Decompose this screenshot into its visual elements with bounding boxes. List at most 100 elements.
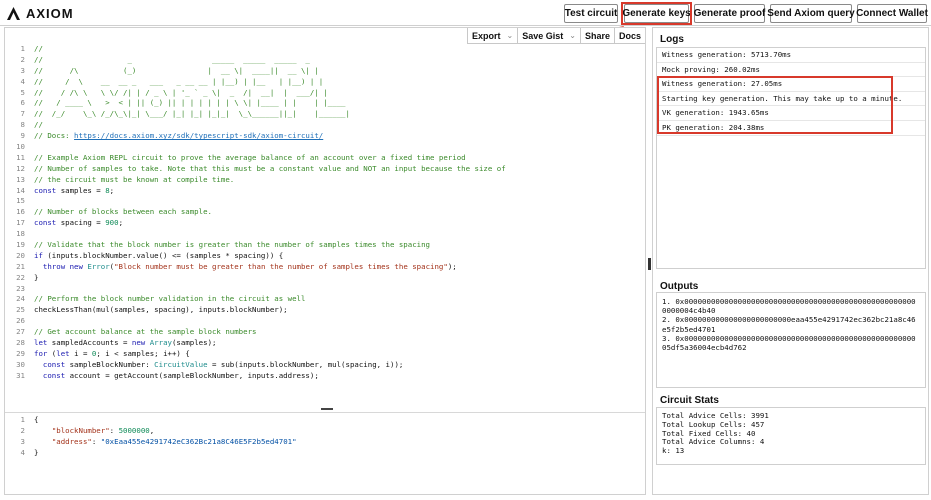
code-line[interactable]: 27 // Get account balance at the sample b… xyxy=(5,327,645,338)
code-token: "blockNumber" xyxy=(51,425,110,435)
code-line[interactable]: 15 xyxy=(5,196,645,207)
code-token: if xyxy=(34,250,43,260)
line-number: 29 xyxy=(16,348,25,358)
line-number: 19 xyxy=(16,240,25,250)
code-line[interactable]: 29 for (let i = 0; i < samples; i++) { xyxy=(5,348,645,360)
code-line[interactable]: 2 "blockNumber": 5000000, xyxy=(5,425,645,437)
line-number: 11 xyxy=(16,152,25,162)
code-line[interactable]: 3 "address": "0xEaa455e4291742eC362Bc21a… xyxy=(5,436,645,448)
code-line[interactable]: 3 // /\ (_) | __ \| ____|| __ \| | xyxy=(5,66,645,77)
code-editor[interactable]: Export ⌄ Save Gist ⌄ Share Docs 1 // 2 // _ _… xyxy=(4,27,646,495)
code-line[interactable]: 28 let sampledAccounts = new Array(sample… xyxy=(5,338,645,349)
code-token: sampledAccounts = xyxy=(47,338,132,348)
line-number: 10 xyxy=(16,142,25,152)
code-line[interactable]: 21 throw new Error("Block number must be… xyxy=(5,261,645,273)
connect-wallet-button[interactable]: Connect Wallet xyxy=(856,4,928,23)
code-line[interactable]: 7 // /_/ \_\ /_/\_\|_| \___/ |_| |_| |_|_… xyxy=(5,109,645,120)
generate-keys-highlight xyxy=(621,2,692,25)
line-number: 25 xyxy=(16,305,25,315)
line-number: 23 xyxy=(16,283,25,293)
line-number: 22 xyxy=(16,272,25,282)
stat-row: Total Advice Columns: 4 xyxy=(662,437,765,447)
output-item: 1. 0x00000000000000000000000000000000000… xyxy=(662,297,916,316)
circuit-code[interactable]: 1 // 2 // _ _____ _____ _____ _ 3 // /\ (_) |… xyxy=(5,44,645,382)
code-line[interactable]: 4} xyxy=(5,447,645,459)
export-menu[interactable]: Export ⌄ xyxy=(467,28,518,44)
docs-button[interactable]: Docs xyxy=(613,28,645,44)
save-gist-label: Save Gist xyxy=(522,30,564,41)
code-token: https://docs.axiom.xyz/sdk/typescript-sd… xyxy=(74,131,324,141)
line-number: 4 xyxy=(20,447,25,457)
output-item: 3. 0x00000000000000000000000000000000000… xyxy=(662,333,916,353)
code-line[interactable]: 1 // xyxy=(5,44,645,55)
panel-resize-handle[interactable] xyxy=(648,258,651,270)
code-token: // Validate that the block number is gre… xyxy=(34,240,431,250)
line-number: 5 xyxy=(20,87,25,97)
save-gist-menu[interactable]: Save Gist ⌄ xyxy=(517,28,580,44)
axiom-logo: AXIOM xyxy=(6,5,74,21)
circuit-stats-panel: Total Advice Cells: 3991 Total Lookup Ce… xyxy=(656,407,926,465)
code-token: ; xyxy=(109,185,115,195)
code-line[interactable]: 6 // / ____ \ > < | || (_) || | | | | | |… xyxy=(5,98,645,109)
code-token: spacing = xyxy=(56,218,106,228)
code-line[interactable]: 8 // xyxy=(5,120,645,131)
share-button[interactable]: Share xyxy=(579,28,614,44)
line-number: 7 xyxy=(20,109,25,119)
code-line[interactable]: 22} xyxy=(5,272,645,284)
code-line[interactable]: 24 // Perform the block number validation… xyxy=(5,294,645,305)
code-token: // / /\ \ \ \/ /| | / _ \ | '_ ` _ \| _ … xyxy=(34,87,328,97)
logs-title: Logs xyxy=(660,34,684,45)
code-token: "address" xyxy=(51,436,92,446)
line-number: 26 xyxy=(16,316,25,326)
code-token: i = xyxy=(69,348,92,358)
line-number: 31 xyxy=(16,370,25,380)
code-token: let xyxy=(34,338,48,348)
line-number: 28 xyxy=(16,338,25,348)
code-token: ( xyxy=(47,348,57,358)
code-line[interactable]: 2 // _ _____ _____ _____ _ xyxy=(5,55,645,66)
code-line[interactable]: 1{ xyxy=(5,415,645,426)
code-line[interactable]: 16 // Number of blocks between each sampl… xyxy=(5,207,645,218)
line-number: 17 xyxy=(16,218,25,228)
code-line[interactable]: 19 // Validate that the block number is g… xyxy=(5,240,645,251)
circuit-stats-title: Circuit Stats xyxy=(660,395,719,406)
code-line[interactable]: 4 // / \ __ __ _ ___ _ __ __ | |__) | |__… xyxy=(5,77,645,88)
code-line[interactable]: 17 const spacing = 900; xyxy=(5,218,645,229)
line-number: 21 xyxy=(16,261,25,271)
code-token: throw new xyxy=(42,261,83,271)
code-line[interactable]: 9 // Docs: https://docs.axiom.xyz/sdk/typ… xyxy=(5,131,645,142)
code-line[interactable]: 10 xyxy=(5,142,645,153)
code-token: (samples); xyxy=(171,338,217,348)
code-token: // xyxy=(34,44,43,53)
code-line[interactable]: 20 if (inputs.blockNumber.value() <= (sam… xyxy=(5,250,645,262)
code-line[interactable]: 18 xyxy=(5,229,645,240)
line-number: 18 xyxy=(16,229,25,239)
code-line[interactable]: 5 // / /\ \ \ \/ /| | / _ \ | '_ ` _ \| _… xyxy=(5,87,645,99)
line-number: 20 xyxy=(16,250,25,260)
code-line[interactable]: 13 // the circuit must be known at compil… xyxy=(5,174,645,186)
line-number: 6 xyxy=(20,98,25,108)
send-axiom-query-button[interactable]: Send Axiom query xyxy=(767,4,855,23)
code-line[interactable]: 12 // Number of samples to take. Note tha… xyxy=(5,164,645,175)
code-line[interactable]: 30 const sampleBlockNumber: CircuitValue… xyxy=(5,359,645,371)
code-line[interactable]: 23 xyxy=(5,283,645,295)
code-line[interactable]: 25 checkLessThan(mul(samples, spacing), i… xyxy=(5,305,645,316)
code-line[interactable]: 11 // Example Axiom REPL circuit to prove… xyxy=(5,152,645,164)
code-line[interactable]: 14 const samples = 8; xyxy=(5,185,645,197)
log-entry: Mock proving: 260.02ms xyxy=(657,63,925,78)
stat-row: k: 13 xyxy=(662,446,685,456)
line-number: 13 xyxy=(16,174,25,184)
axiom-logo-icon xyxy=(7,6,20,20)
line-number: 24 xyxy=(16,294,25,304)
code-line[interactable]: 31 const account = getAccount(sampleBloc… xyxy=(5,370,645,382)
code-line[interactable]: 26 xyxy=(5,316,645,327)
generate-proof-button[interactable]: Generate proof xyxy=(694,4,765,23)
circuit-inputs-code[interactable]: 1{2 "blockNumber": 5000000, 3 "address": … xyxy=(5,415,645,459)
line-number: 9 xyxy=(20,131,25,141)
editor-split-handle[interactable] xyxy=(321,408,333,410)
code-token: : xyxy=(91,436,101,446)
code-token: CircuitValue xyxy=(154,359,208,369)
